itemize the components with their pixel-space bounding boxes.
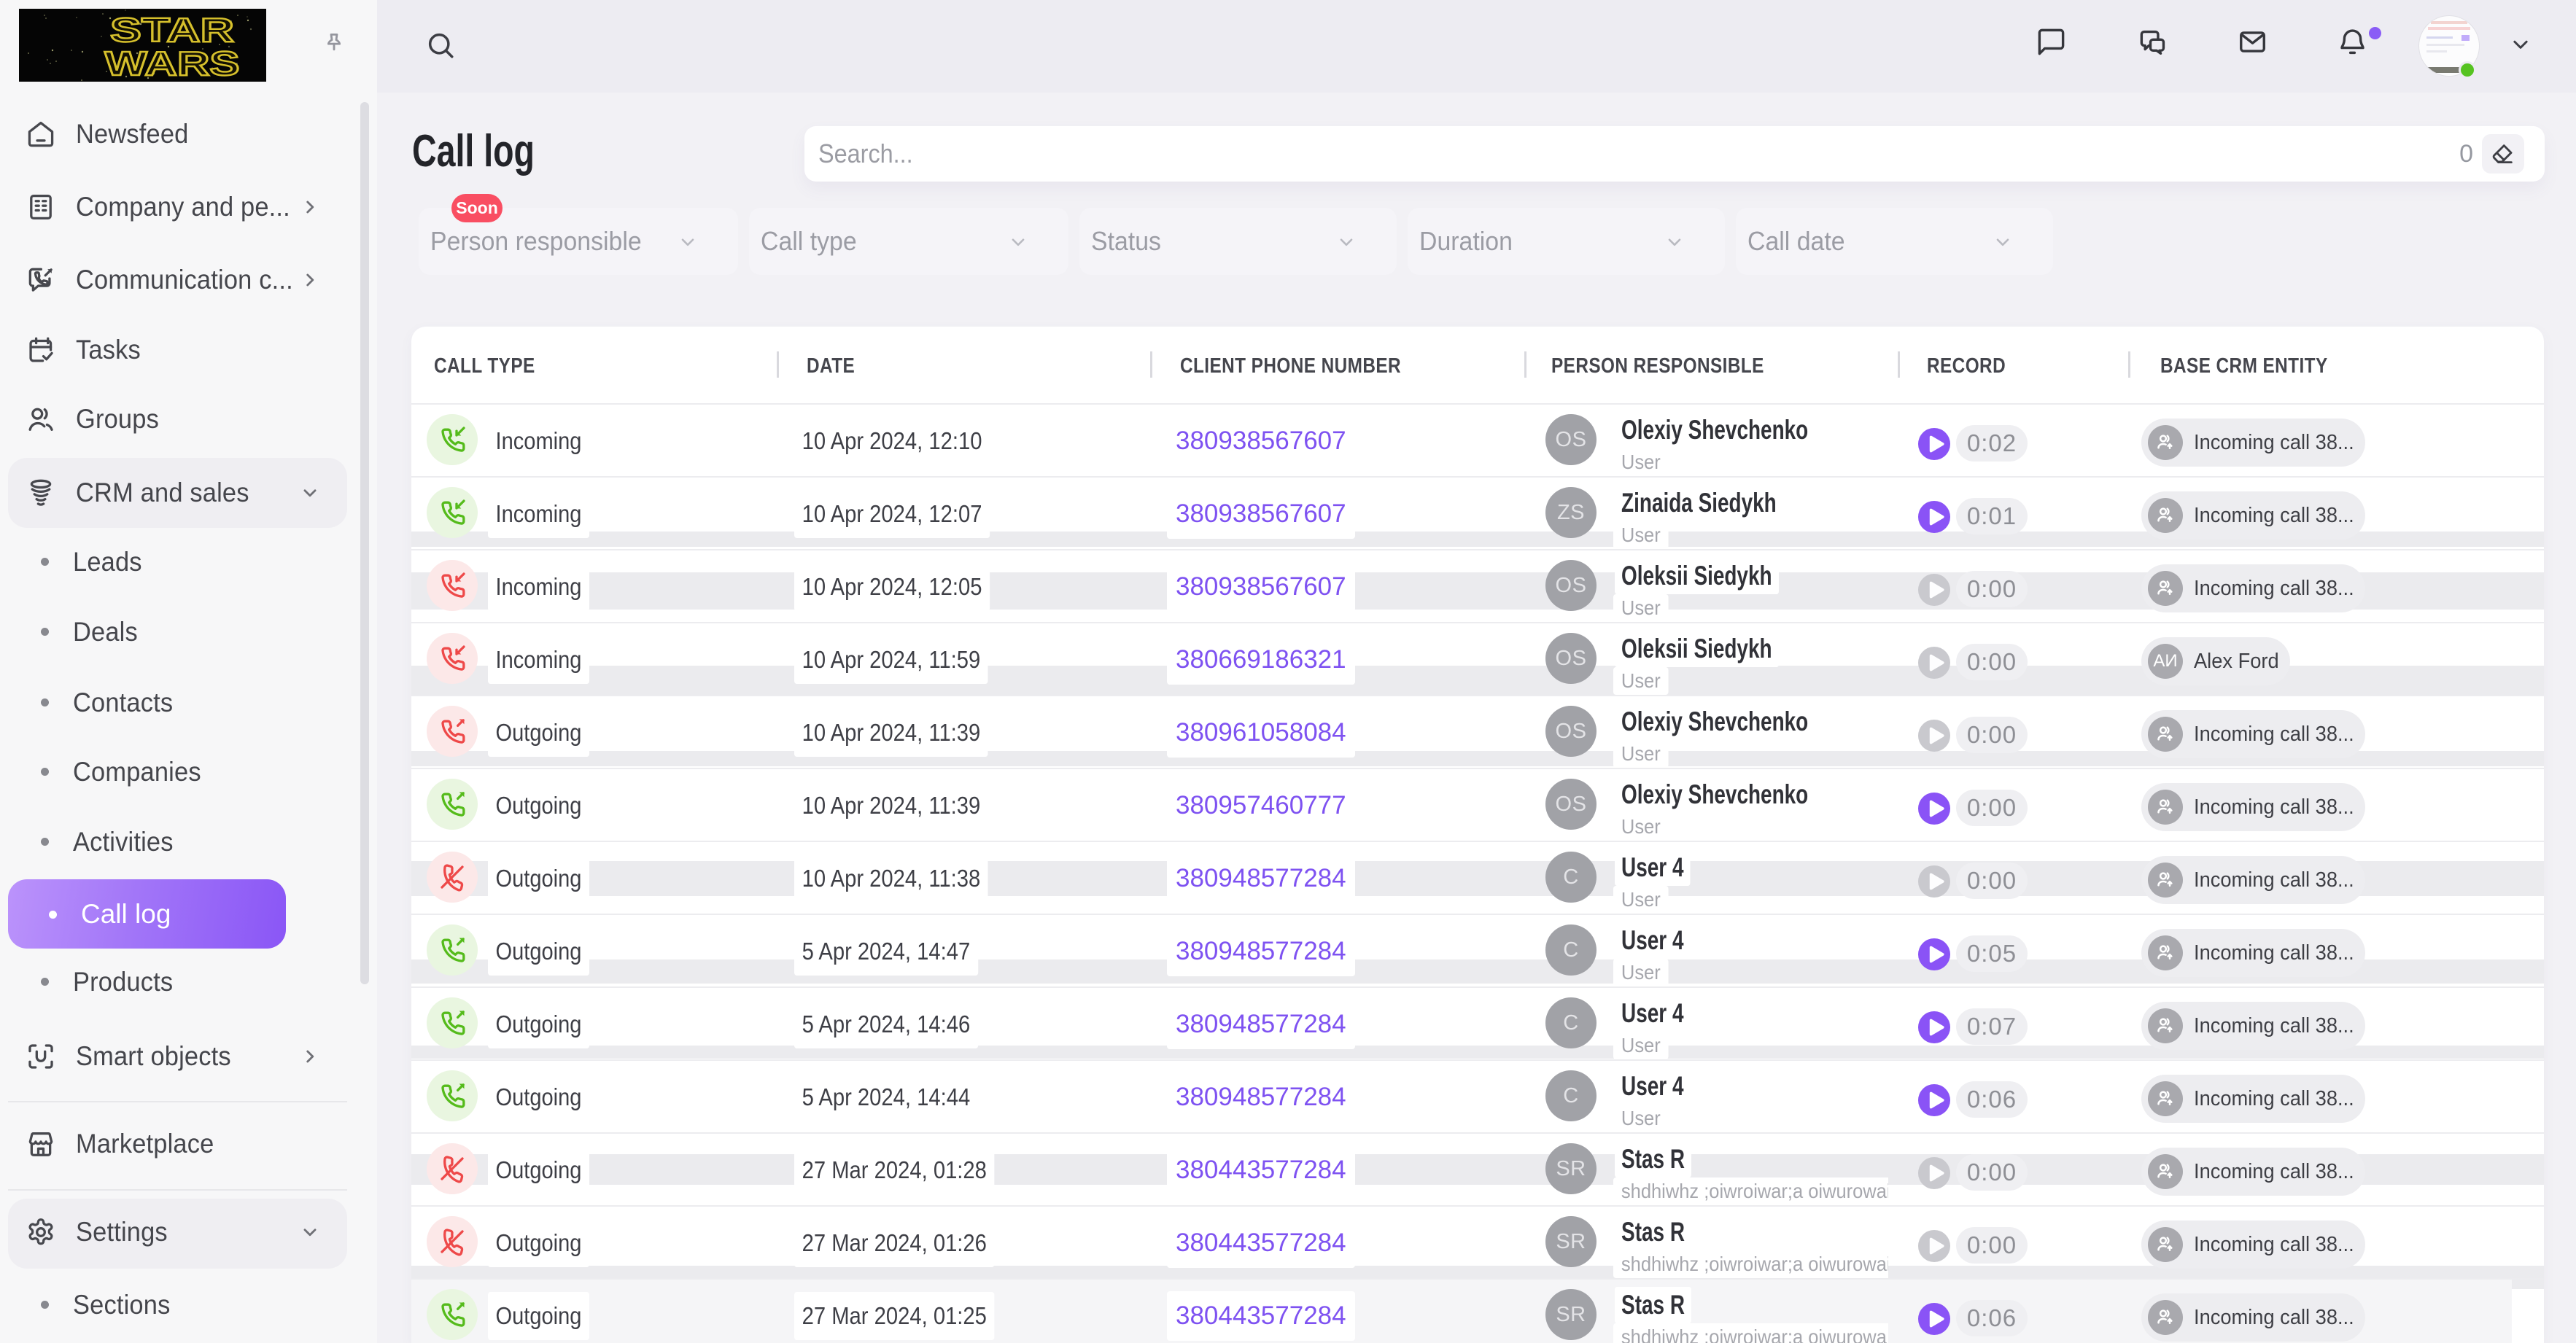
svg-text:STAR: STAR — [110, 11, 234, 49]
svg-text:WARS: WARS — [105, 44, 240, 82]
